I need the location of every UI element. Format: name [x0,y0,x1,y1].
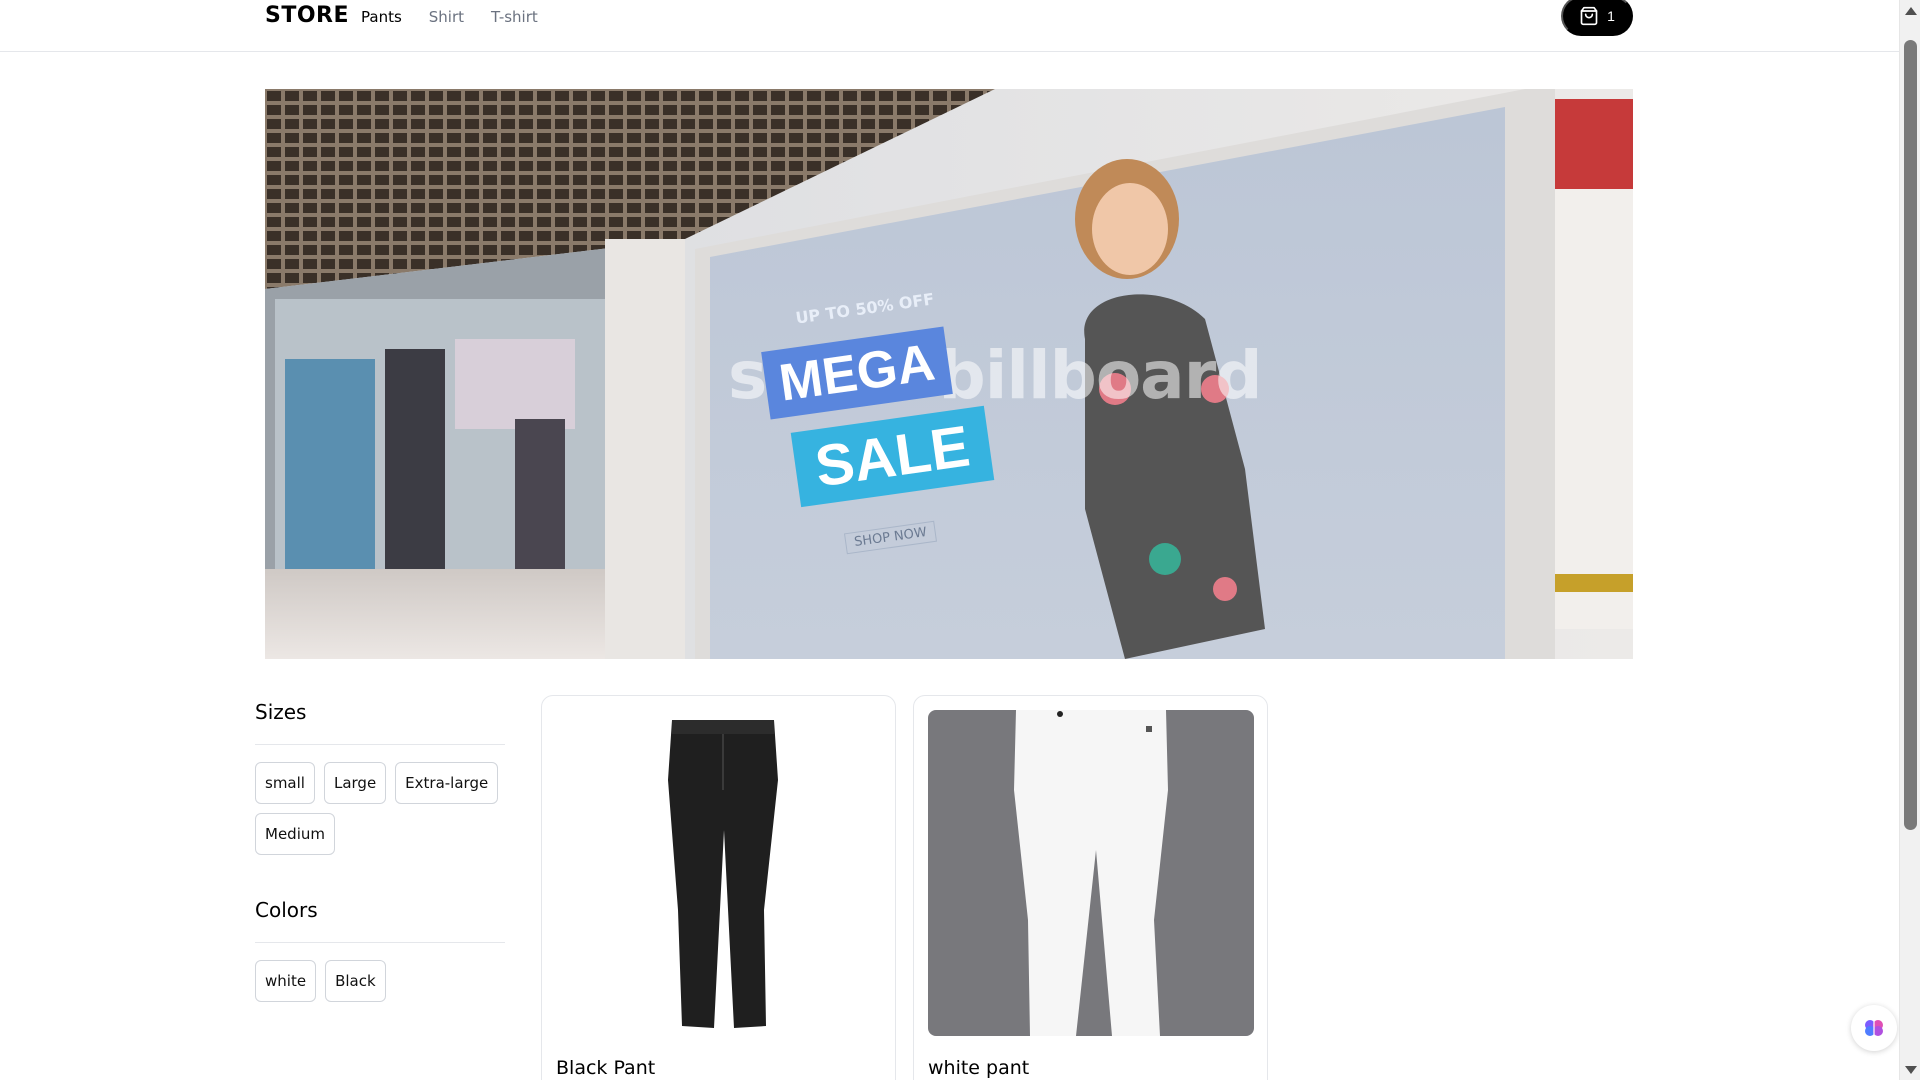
product-card[interactable]: Black Pant [541,695,896,1080]
category-nav: Pants Shirt T-shirt [361,8,538,26]
product-name[interactable]: white pant [928,1057,1029,1079]
assistant-brain-button[interactable] [1851,1005,1897,1051]
product-card[interactable]: white pant [913,695,1268,1080]
colors-title: Colors [255,898,318,922]
promo-graphic: UP TO 50% OFF MEGA SALE SHOP NOW [761,289,1065,559]
divider [255,744,505,745]
nav-link-pants[interactable]: Pants [361,8,402,26]
divider [255,942,505,943]
scroll-down-arrow-icon[interactable] [1905,1066,1917,1074]
size-chip-small[interactable]: small [255,762,315,804]
shopping-bag-icon [1580,6,1598,26]
page: STORE Pants Shirt T-shirt 1 store billbo… [0,0,1899,1080]
billboard-banner: store billboard UP TO 50% OFF MEGA SALE … [265,89,1633,659]
size-chip-large[interactable]: Large [323,762,387,804]
scrollbar-thumb[interactable] [1904,40,1917,830]
promo-shop-now-text: SHOP NOW [843,520,938,555]
product-name[interactable]: Black Pant [556,1057,655,1079]
product-image[interactable] [556,710,882,1036]
filters-sidebar: Sizes small Large Extra-large Medium Col… [255,700,505,1002]
top-navbar: STORE Pants Shirt T-shirt 1 [0,0,1899,52]
product-image[interactable] [928,710,1254,1036]
color-chip-white[interactable]: white [255,960,317,1002]
color-chip-black[interactable]: Black [325,960,386,1002]
size-chip-extra-large[interactable]: Extra-large [395,762,499,804]
nav-link-shirt[interactable]: Shirt [429,8,464,26]
scroll-up-arrow-icon[interactable] [1905,7,1917,15]
cart-count: 1 [1607,8,1615,24]
cart-button[interactable]: 1 [1561,0,1633,36]
vertical-scrollbar[interactable] [1899,0,1920,1080]
promo-sale-text: SALE [790,405,994,508]
brain-icon [1865,1020,1883,1036]
sizes-filter: Sizes small Large Extra-large Medium [255,700,505,855]
promo-mega-text: MEGA [761,326,953,420]
white-pants-image [1014,710,1168,1036]
brand-logo[interactable]: STORE [265,3,349,28]
black-pants-image [668,720,778,1028]
nav-link-tshirt[interactable]: T-shirt [491,8,538,26]
colors-filter: Colors white Black [255,898,505,1002]
size-chip-medium[interactable]: Medium [255,813,335,855]
sizes-title: Sizes [255,700,307,724]
